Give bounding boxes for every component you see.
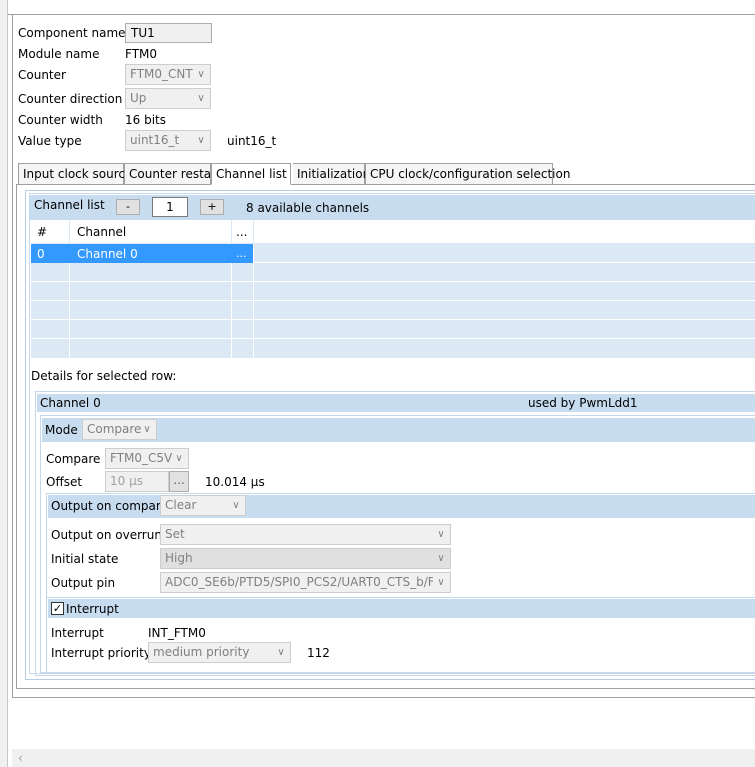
counter-select[interactable]: FTM0_CNT ∨ bbox=[125, 64, 211, 85]
output-on-compare-value: Clear bbox=[165, 498, 197, 512]
counter-label: Counter bbox=[18, 68, 66, 82]
interrupt-priority-select[interactable]: medium priority ∨ bbox=[148, 642, 291, 663]
chevron-down-icon: ∨ bbox=[437, 529, 445, 540]
value-type-value: uint16_t bbox=[130, 133, 180, 147]
row-index: 0 bbox=[37, 247, 45, 261]
value-type-select[interactable]: uint16_t ∨ bbox=[125, 130, 211, 151]
counter-direction-value: Up bbox=[130, 91, 147, 105]
compare-value: FTM0_C5V bbox=[110, 451, 173, 465]
interrupt-label: Interrupt bbox=[51, 626, 104, 640]
offset-actual-value: 10.014 µs bbox=[205, 475, 265, 489]
chevron-down-icon: ∨ bbox=[175, 453, 183, 464]
module-name-label: Module name bbox=[18, 47, 100, 61]
scroll-left-icon[interactable]: ‹ bbox=[18, 751, 23, 765]
used-by-text: used by PwmLdd1 bbox=[528, 396, 638, 410]
offset-input[interactable]: 10 µs bbox=[105, 471, 169, 492]
tab-initialization[interactable]: Initialization bbox=[293, 163, 370, 184]
interrupt-group-header bbox=[48, 599, 755, 618]
grid-col-more: ... bbox=[236, 225, 248, 239]
counter-width-label: Counter width bbox=[18, 113, 103, 127]
compare-select[interactable]: FTM0_C5V ∨ bbox=[105, 448, 189, 469]
grid-col-divider bbox=[253, 220, 254, 244]
offset-label: Offset bbox=[46, 475, 83, 489]
output-on-overrun-value: Set bbox=[165, 527, 185, 541]
tab-channel-list[interactable]: Channel list bbox=[211, 163, 291, 185]
mode-value: Compare bbox=[87, 422, 142, 436]
output-on-compare-label: Output on compare bbox=[51, 499, 168, 513]
channel-details-title: Channel 0 bbox=[40, 396, 101, 410]
table-row bbox=[31, 339, 755, 359]
available-channels-text: 8 available channels bbox=[246, 201, 370, 215]
initial-state-label: Initial state bbox=[51, 552, 119, 566]
chevron-down-icon: ∨ bbox=[277, 647, 285, 658]
grid-col-divider bbox=[253, 244, 254, 359]
tab-counter-restart[interactable]: Counter restart bbox=[124, 163, 221, 184]
compare-label: Compare bbox=[46, 452, 101, 466]
horizontal-scrollbar[interactable] bbox=[12, 749, 755, 767]
initial-state-value: High bbox=[165, 551, 193, 565]
details-label: Details for selected row: bbox=[31, 369, 177, 383]
grid-col-channel: Channel bbox=[77, 225, 127, 239]
module-name-value: FTM0 bbox=[125, 47, 158, 61]
grid-col-index: # bbox=[37, 225, 48, 239]
counter-direction-label: Counter direction bbox=[18, 92, 123, 106]
value-type-label: Value type bbox=[18, 134, 82, 148]
table-row bbox=[31, 320, 755, 339]
counter-width-value: 16 bits bbox=[125, 113, 166, 127]
grid-col-divider bbox=[231, 263, 232, 359]
interrupt-value: INT_FTM0 bbox=[148, 626, 206, 640]
channel-details-header bbox=[37, 394, 755, 412]
output-on-compare-select[interactable]: Clear ∨ bbox=[160, 495, 246, 516]
tab-cpu-clock-configuration[interactable]: CPU clock/configuration selection bbox=[365, 163, 570, 184]
row-channel: Channel 0 bbox=[77, 247, 138, 261]
component-name-label: Component name bbox=[18, 26, 126, 40]
output-on-overrun-select[interactable]: Set ∨ bbox=[160, 524, 451, 545]
chevron-down-icon: ∨ bbox=[232, 500, 240, 511]
interrupt-priority-label: Interrupt priority bbox=[51, 646, 151, 660]
channel-list-label: Channel list bbox=[34, 198, 105, 212]
output-on-overrun-label: Output on overrun bbox=[51, 528, 162, 542]
interrupt-checkbox[interactable]: ✓ bbox=[51, 602, 64, 615]
left-edge-strip bbox=[0, 0, 8, 767]
row-more-button[interactable]: ... bbox=[236, 246, 247, 262]
grid-col-divider bbox=[69, 220, 70, 244]
chevron-down-icon: ∨ bbox=[197, 69, 205, 80]
channel-count-input[interactable]: 1 bbox=[152, 197, 188, 217]
chevron-down-icon: ∨ bbox=[197, 93, 205, 104]
mode-select[interactable]: Compare ∨ bbox=[82, 419, 157, 440]
table-row bbox=[31, 282, 755, 301]
mode-label: Mode bbox=[45, 423, 78, 437]
grid-col-divider bbox=[69, 263, 70, 359]
grid-header bbox=[31, 220, 755, 244]
grid-col-divider bbox=[231, 220, 232, 244]
value-type-extra: uint16_t bbox=[227, 134, 277, 148]
counter-direction-select[interactable]: Up ∨ bbox=[125, 88, 211, 109]
offset-more-button[interactable]: ... bbox=[169, 471, 189, 492]
chevron-down-icon: ∨ bbox=[437, 577, 445, 588]
remove-channel-button[interactable]: - bbox=[116, 199, 140, 215]
interrupt-priority-value: medium priority bbox=[153, 645, 250, 659]
chevron-down-icon: ∨ bbox=[197, 135, 205, 146]
chevron-down-icon: ∨ bbox=[143, 424, 151, 435]
add-channel-button[interactable]: + bbox=[200, 199, 224, 215]
counter-select-value: FTM0_CNT bbox=[130, 67, 193, 81]
interrupt-priority-number: 112 bbox=[307, 646, 330, 660]
initial-state-select[interactable]: High ∨ bbox=[160, 548, 451, 569]
table-row bbox=[31, 263, 755, 282]
output-pin-label: Output pin bbox=[51, 576, 116, 590]
table-row-selected[interactable] bbox=[31, 244, 253, 263]
component-name-field[interactable]: TU1 bbox=[125, 23, 212, 43]
chevron-down-icon: ∨ bbox=[437, 553, 445, 564]
output-pin-select[interactable]: ADC0_SE6b/PTD5/SPI0_PCS2/UART0_CTS_b/FTM… bbox=[160, 572, 451, 593]
tab-input-clock-source[interactable]: Input clock source bbox=[18, 163, 132, 184]
table-row bbox=[31, 301, 755, 320]
interrupt-checkbox-label: Interrupt bbox=[66, 602, 119, 616]
output-pin-value: ADC0_SE6b/PTD5/SPI0_PCS2/UART0_CTS_b/FTM… bbox=[165, 575, 433, 589]
